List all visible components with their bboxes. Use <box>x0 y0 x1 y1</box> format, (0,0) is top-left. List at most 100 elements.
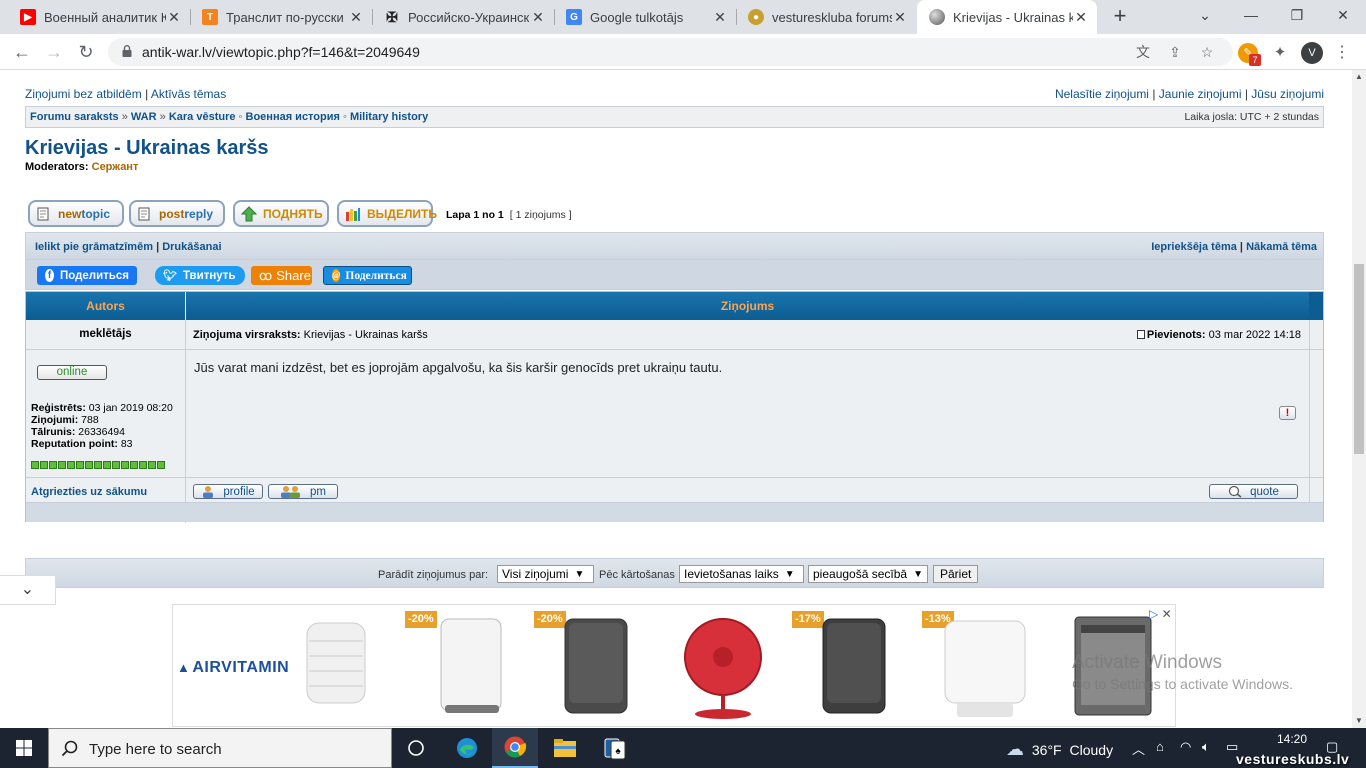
scroll-down-icon[interactable]: ▼ <box>1352 714 1366 728</box>
forward-icon[interactable]: → <box>42 40 66 64</box>
close-icon[interactable]: ✕ <box>166 9 182 26</box>
row-divider <box>26 477 1323 478</box>
weather-condition: Cloudy <box>1069 742 1114 758</box>
chevron-down-icon: ▼ <box>784 568 795 580</box>
highlight-button[interactable]: ВЫДЕЛИТЬ <box>337 200 437 227</box>
show-hidden-icons-chevron-icon[interactable]: ︿ <box>1132 739 1145 758</box>
url-text: antik-war.lv/viewtopic.php?f=146&t=20496… <box>142 44 420 60</box>
tab-translit[interactable]: T Транслит по-русски ✕ <box>190 0 372 34</box>
next-topic-link[interactable]: Nākamā tēma <box>1246 241 1317 253</box>
users-icon <box>280 485 302 498</box>
reload-icon[interactable]: ↻ <box>74 40 98 64</box>
taskbar-solitaire[interactable]: ♠ <box>592 728 638 768</box>
taskbar-chrome[interactable] <box>492 728 538 768</box>
weather-widget[interactable]: ☁ 36°F Cloudy <box>1006 739 1113 760</box>
bump-button[interactable]: ПОДНЯТЬ <box>233 200 329 227</box>
volume-icon[interactable]: 🔈︎ <box>1202 739 1210 755</box>
close-icon[interactable]: ✕ <box>530 9 546 26</box>
advertisement-banner[interactable]: ▲ AIRVITAMIN -20% -20% -17% -13% ▷ ✕ <box>172 604 1176 727</box>
previous-topic-link[interactable]: Iepriekšēja tēma <box>1151 241 1237 253</box>
sort-order-select[interactable]: pieaugošā secībā ▼ <box>808 565 928 583</box>
tab-google-translate[interactable]: G Google tulkotājs ✕ <box>554 0 736 34</box>
crumb-voennaya-istoriya[interactable]: Военная история <box>246 111 340 123</box>
translate-page-icon[interactable]: 文 <box>1134 43 1152 61</box>
new-tab-button[interactable]: + <box>1108 5 1132 29</box>
page-scrollbar[interactable]: ▲ ▼ <box>1352 70 1366 728</box>
tab-title: Krievijas - Ukrainas ka <box>953 9 1073 25</box>
post-author[interactable]: meklētājs <box>26 328 185 340</box>
tab-title: Военный аналитик Ю <box>44 9 166 25</box>
adchoices-icon[interactable]: ▷ ✕ <box>1149 607 1172 621</box>
crumb-forum-list[interactable]: Forumu saraksts <box>30 111 119 123</box>
puzzle-extensions-icon[interactable]: ✦ <box>1270 43 1290 63</box>
start-button[interactable] <box>0 728 48 768</box>
restore-icon[interactable]: ❐ <box>1274 0 1320 30</box>
bump-label: ПОДНЯТЬ <box>263 206 323 221</box>
page-title[interactable]: Krievijas - Ukrainas karšs <box>25 137 269 160</box>
bookmark-star-icon[interactable]: ☆ <box>1198 43 1216 61</box>
menu-kebab-icon[interactable]: ⋮ <box>1332 43 1352 63</box>
print-link[interactable]: Drukāšanai <box>162 241 221 253</box>
close-icon[interactable]: ✕ <box>348 9 364 26</box>
ad-close-icon[interactable]: ✕ <box>1162 607 1172 621</box>
new-topic-button[interactable]: new topic <box>28 200 124 227</box>
go-button[interactable]: Pāriet <box>933 565 979 583</box>
task-view-button[interactable] <box>393 728 439 768</box>
taskbar-edge[interactable] <box>444 728 490 768</box>
post-reply-button[interactable]: post reply <box>129 200 225 227</box>
reputation-pip <box>157 461 165 469</box>
tab-title: Российско-Украинск <box>408 9 530 25</box>
mailru-share-button[interactable]: @ Поделиться <box>323 266 412 285</box>
link-new-posts[interactable]: Jaunie ziņojumi <box>1159 87 1242 101</box>
share-icon[interactable]: ⇪ <box>1166 43 1184 61</box>
sort-by-select[interactable]: Ievietošanas laiks ▼ <box>679 565 804 583</box>
crumb-military-history[interactable]: Military history <box>350 111 428 123</box>
tab-active-krievijas[interactable]: Krievijas - Ukrainas ka ✕ <box>917 0 1097 34</box>
back-icon[interactable]: ← <box>10 40 34 64</box>
link-active-topics[interactable]: Aktīvās tēmas <box>151 87 226 101</box>
wifi-icon[interactable]: ◠ <box>1180 739 1191 755</box>
registered-value: 03 jan 2019 08:20 <box>88 402 173 414</box>
minimize-icon[interactable]: — <box>1228 0 1274 30</box>
tab-wikipedia[interactable]: ✠ Российско-Украинск ✕ <box>372 0 554 34</box>
tab-vestures-forum[interactable]: ● vestureskluba forums ✕ <box>736 0 916 34</box>
tab-youtube[interactable]: ▶ Военный аналитик Ю ✕ <box>8 0 190 34</box>
meet-now-icon[interactable]: ⌂ <box>1156 739 1164 754</box>
report-post-icon[interactable]: ! <box>1279 406 1296 420</box>
crumb-war[interactable]: WAR <box>131 111 157 123</box>
tab-search-icon[interactable]: ⌄ <box>1182 0 1228 30</box>
show-posts-select[interactable]: Visi ziņojumi ▼ <box>497 565 594 583</box>
reputation-pip <box>58 461 66 469</box>
close-icon[interactable]: ✕ <box>1073 9 1089 26</box>
chevron-down-icon: ▼ <box>574 568 585 580</box>
reputation-pip <box>40 461 48 469</box>
link-unanswered[interactable]: Ziņojumi bez atbildēm <box>25 87 142 101</box>
quote-button[interactable]: quote <box>1209 484 1298 499</box>
back-to-top-link[interactable]: Atgriezties uz sākumu <box>31 486 147 498</box>
profile-avatar[interactable]: V <box>1301 42 1323 64</box>
profile-button[interactable]: profile <box>193 484 263 499</box>
taskbar-search-box[interactable]: Type here to search <box>48 728 392 768</box>
close-icon[interactable]: ✕ <box>892 9 908 26</box>
pm-button[interactable]: pm <box>268 484 338 499</box>
window-close-icon[interactable]: ✕ <box>1320 0 1366 30</box>
link-your-posts[interactable]: Jūsu ziņojumi <box>1251 87 1324 101</box>
phone-value: 26336494 <box>78 426 125 438</box>
scroll-up-icon[interactable]: ▲ <box>1352 70 1366 84</box>
close-icon[interactable]: ✕ <box>712 9 728 26</box>
clock[interactable]: 14:20 <box>1262 732 1322 746</box>
scrollbar-thumb[interactable] <box>1354 264 1364 454</box>
bookmark-link[interactable]: Ielikt pie grāmatzīmēm <box>35 241 153 253</box>
twitter-share-button[interactable]: 🐦︎ Твитнуть <box>155 266 245 285</box>
address-bar[interactable]: antik-war.lv/viewtopic.php?f=146&t=20496… <box>108 38 1233 66</box>
post-reply-label-b: reply <box>184 206 214 221</box>
taskbar-file-explorer[interactable] <box>542 728 588 768</box>
document-icon <box>36 206 52 222</box>
moderator-link[interactable]: Сержант <box>92 161 139 173</box>
collapse-ad-button[interactable]: ⌄ <box>0 575 56 605</box>
facebook-share-button[interactable]: f Поделиться <box>37 266 137 285</box>
crumb-kara-vesture[interactable]: Kara vēsture <box>169 111 236 123</box>
odnoklassniki-share-button[interactable]: ꝏ Share <box>251 266 312 285</box>
link-unread[interactable]: Nelasītie ziņojumi <box>1055 87 1149 101</box>
phone-row: Tālrunis: 26336494 <box>31 426 181 438</box>
